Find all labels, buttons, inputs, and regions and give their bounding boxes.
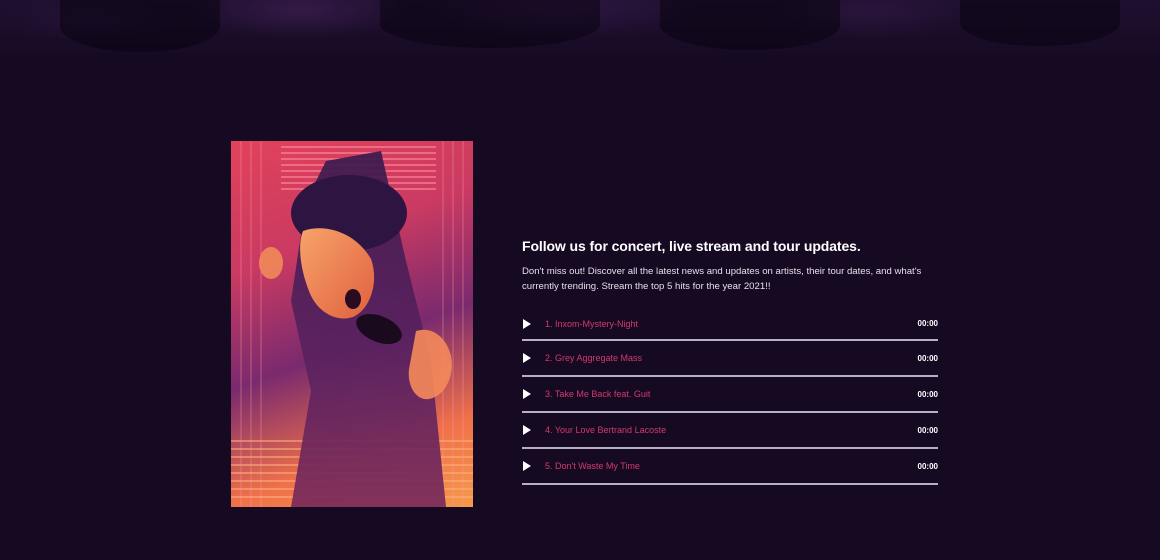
playlist: 1. Inxom-Mystery-Night 00:00 2. Grey Agg…: [522, 308, 938, 485]
playlist-track[interactable]: 5. Don't Waste My Time 00:00: [522, 449, 938, 485]
track-duration: 00:00: [917, 389, 938, 399]
singer-poster-image: [231, 141, 473, 507]
track-title[interactable]: 3. Take Me Back feat. Guit: [545, 389, 650, 399]
play-icon[interactable]: [523, 318, 531, 329]
track-duration: 00:00: [917, 425, 938, 435]
hero-banner-image: [0, 0, 1160, 58]
crowd-silhouette: [960, 0, 1120, 46]
crowd-silhouette: [660, 0, 840, 50]
track-title[interactable]: 2. Grey Aggregate Mass: [545, 353, 642, 363]
track-duration: 00:00: [917, 461, 938, 471]
crowd-silhouette: [60, 0, 220, 52]
promo-section: Follow us for concert, live stream and t…: [522, 236, 938, 485]
play-icon[interactable]: [523, 461, 531, 471]
play-icon[interactable]: [523, 389, 531, 399]
playlist-track[interactable]: 1. Inxom-Mystery-Night 00:00: [522, 308, 938, 341]
track-title[interactable]: 1. Inxom-Mystery-Night: [545, 319, 638, 329]
playlist-track[interactable]: 4. Your Love Bertrand Lacoste 00:00: [522, 413, 938, 449]
track-title[interactable]: 5. Don't Waste My Time: [545, 461, 640, 471]
track-duration: 00:00: [917, 353, 938, 363]
play-icon[interactable]: [523, 425, 531, 435]
playlist-track[interactable]: 3. Take Me Back feat. Guit 00:00: [522, 377, 938, 413]
section-heading: Follow us for concert, live stream and t…: [522, 238, 861, 254]
section-description: Don't miss out! Discover all the latest …: [522, 266, 922, 292]
play-icon[interactable]: [523, 353, 531, 363]
track-title[interactable]: 4. Your Love Bertrand Lacoste: [545, 425, 666, 435]
track-duration: 00:00: [917, 319, 938, 328]
singer-illustration: [231, 141, 473, 507]
playlist-track[interactable]: 2. Grey Aggregate Mass 00:00: [522, 341, 938, 377]
crowd-silhouette: [380, 0, 600, 48]
